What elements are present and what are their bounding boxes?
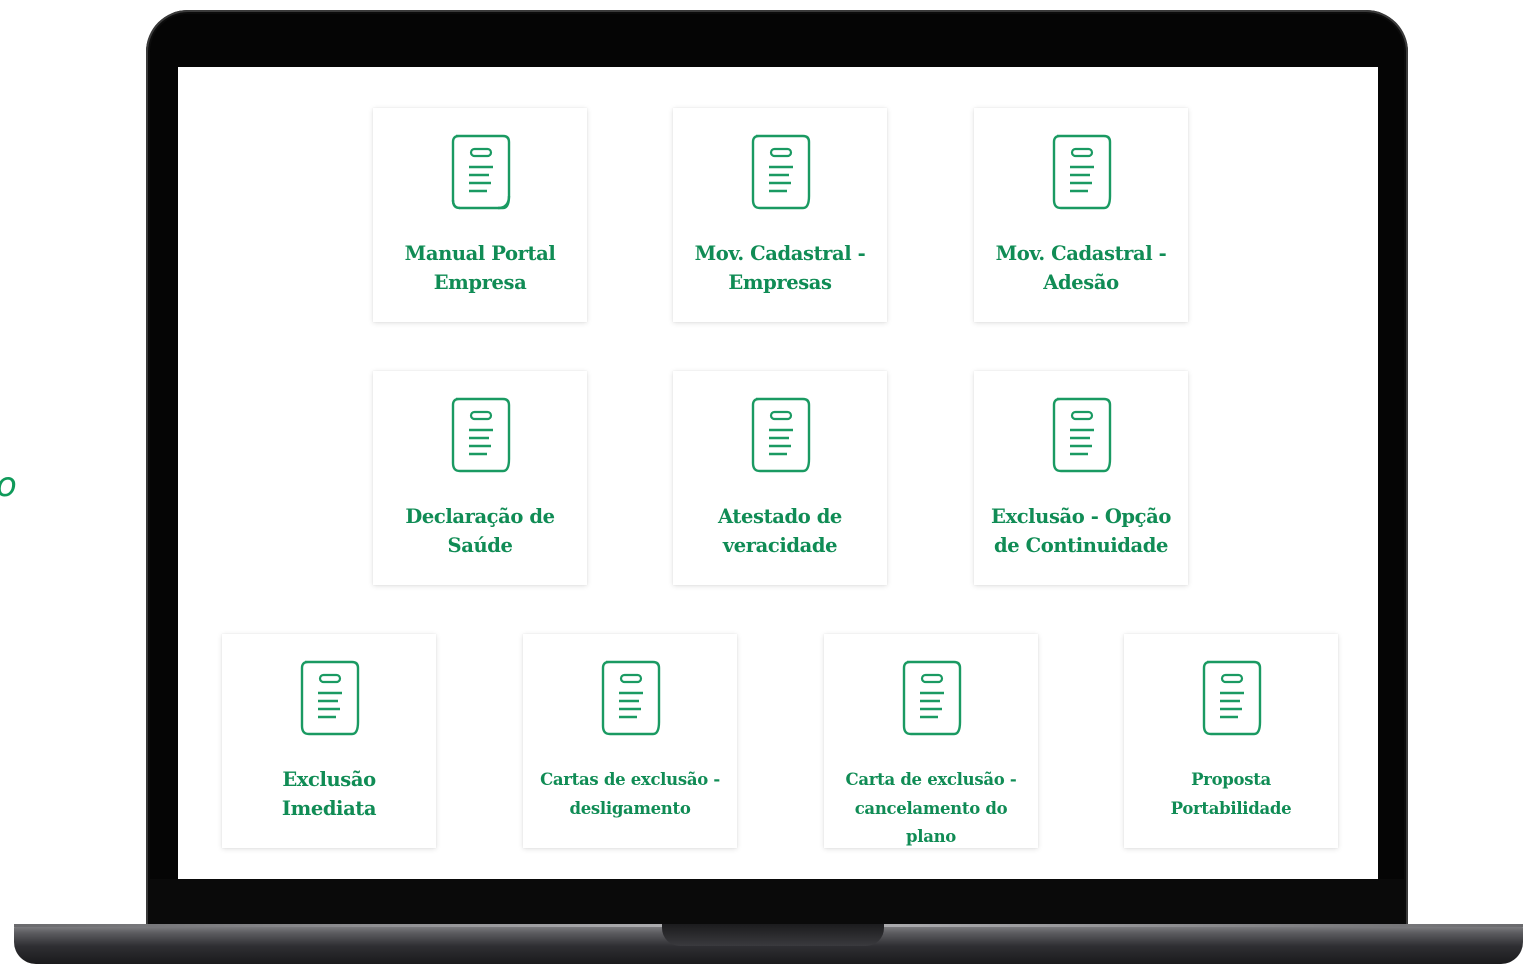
card-cartas-de-exclusao-desligamento[interactable]: Cartas de exclusão - desligamento [523, 634, 737, 848]
document-icon [601, 660, 661, 736]
card-label: Carta de exclusão - cancelamento do plan… [845, 770, 1017, 846]
document-icon [751, 397, 811, 473]
document-icon [451, 397, 511, 473]
card-label: Cartas de exclusão - desligamento [540, 770, 720, 818]
card-label: Exclusão Imediata [281, 768, 377, 820]
card-label: Mov. Cadastral - Empresas [694, 242, 866, 294]
edge-text-fragment: o [0, 468, 17, 502]
document-icon [300, 660, 360, 736]
laptop-screen: Manual Portal Empresa Mov. Cadastral - E… [178, 67, 1378, 879]
card-mov-cadastral-adesao[interactable]: Mov. Cadastral - Adesão [974, 108, 1188, 322]
card-label: Proposta Portabilidade [1170, 770, 1292, 818]
card-manual-portal-empresa[interactable]: Manual Portal Empresa [373, 108, 587, 322]
card-proposta-portabilidade[interactable]: Proposta Portabilidade [1124, 634, 1338, 848]
document-icon [451, 134, 511, 210]
card-atestado-de-veracidade[interactable]: Atestado de veracidade [673, 371, 887, 585]
document-icon [1202, 660, 1262, 736]
document-icon [1052, 134, 1112, 210]
card-mov-cadastral-empresas[interactable]: Mov. Cadastral - Empresas [673, 108, 887, 322]
document-icon [751, 134, 811, 210]
card-carta-de-exclusao-cancelamento-do-plano[interactable]: Carta de exclusão - cancelamento do plan… [824, 634, 1038, 848]
card-label: Mov. Cadastral - Adesão [995, 242, 1167, 294]
laptop-hinge-notch [662, 924, 884, 946]
document-icon [902, 660, 962, 736]
card-exclusao-imediata[interactable]: Exclusão Imediata [222, 634, 436, 848]
card-declaracao-de-saude[interactable]: Declaração de Saúde [373, 371, 587, 585]
card-label: Exclusão - Opção de Continuidade [991, 505, 1171, 557]
card-label: Atestado de veracidade [718, 505, 842, 557]
document-icon [1052, 397, 1112, 473]
card-exclusao-opcao-de-continuidade[interactable]: Exclusão - Opção de Continuidade [974, 371, 1188, 585]
card-label: Declaração de Saúde [405, 505, 555, 557]
card-label: Manual Portal Empresa [404, 242, 556, 294]
laptop-bezel-bottom [150, 879, 1404, 925]
